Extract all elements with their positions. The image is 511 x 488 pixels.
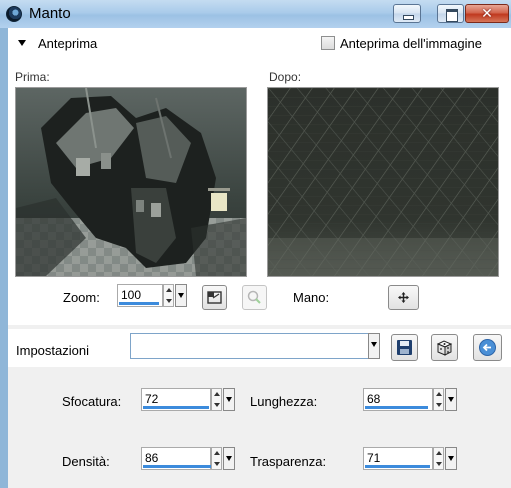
zoom-label: Zoom: [63, 290, 100, 305]
randomize-button[interactable] [431, 334, 458, 361]
fit-window-icon [207, 291, 222, 304]
blur-value: 72 [145, 392, 159, 406]
blur-label: Sfocatura: [62, 394, 122, 409]
reset-icon [479, 339, 496, 356]
settings-row: Impostazioni [8, 329, 511, 367]
length-label: Lunghezza: [250, 394, 318, 409]
after-preview-image[interactable] [267, 87, 499, 277]
density-value: 86 [145, 451, 159, 465]
settings-label: Impostazioni [16, 343, 89, 358]
before-preview-image[interactable] [15, 87, 247, 277]
preset-combobox[interactable] [130, 333, 371, 359]
close-button[interactable]: ✕ [465, 4, 509, 23]
blur-level-bar [143, 406, 209, 409]
after-label: Dopo: [269, 70, 302, 84]
zoom-level-bar [119, 302, 159, 305]
minimize-button[interactable] [393, 4, 421, 23]
transparency-value: 71 [367, 451, 381, 465]
maximize-button[interactable] [437, 4, 464, 23]
preset-dropdown-button[interactable] [368, 333, 380, 359]
dialog-body: Anteprima Anteprima dell'immagine Prima:… [8, 28, 511, 488]
close-icon: ✕ [481, 5, 493, 21]
blur-stepper[interactable] [211, 388, 222, 411]
preview-section: Anteprima Anteprima dell'immagine Prima:… [8, 28, 511, 325]
density-dropdown-button[interactable] [223, 447, 235, 470]
pan-label: Mano: [293, 290, 330, 305]
blur-input[interactable]: 72 [141, 388, 211, 411]
density-stepper[interactable] [211, 447, 222, 470]
zoom-actual-button[interactable] [242, 285, 267, 310]
before-label: Prima: [15, 70, 50, 84]
dice-icon [436, 340, 453, 356]
preview-image-checkbox-label[interactable]: Anteprima dell'immagine [340, 36, 482, 51]
pan-button[interactable] [388, 285, 419, 310]
save-preset-button[interactable] [391, 334, 418, 361]
preview-image-checkbox[interactable] [321, 36, 335, 50]
zoom-dropdown-button[interactable] [175, 284, 187, 307]
zoom-value: 100 [121, 288, 142, 302]
zoom-stepper[interactable] [163, 284, 174, 307]
transparency-input[interactable]: 71 [363, 447, 433, 470]
blur-dropdown-button[interactable] [223, 388, 235, 411]
window-title: Manto [29, 5, 71, 22]
length-level-bar [365, 406, 428, 409]
density-label: Densità: [62, 454, 110, 469]
move-icon [398, 292, 409, 303]
length-dropdown-button[interactable] [445, 388, 457, 411]
transparency-label: Trasparenza: [250, 454, 327, 469]
zoom-fit-button[interactable] [202, 285, 227, 310]
length-value: 68 [367, 392, 381, 406]
transparency-dropdown-button[interactable] [445, 447, 457, 470]
length-stepper[interactable] [433, 388, 444, 411]
preview-heading: Anteprima [38, 36, 98, 51]
save-icon [397, 340, 412, 355]
collapse-arrow-icon[interactable] [18, 40, 26, 46]
magnifier-icon [247, 290, 261, 304]
zoom-input[interactable]: 100 [117, 284, 163, 307]
transparency-stepper[interactable] [433, 447, 444, 470]
title-bar: Manto ✕ [0, 0, 511, 28]
length-input[interactable]: 68 [363, 388, 433, 411]
reset-button[interactable] [473, 334, 502, 361]
transparency-level-bar [365, 465, 430, 468]
density-input[interactable]: 86 [141, 447, 222, 470]
app-icon [6, 6, 22, 22]
